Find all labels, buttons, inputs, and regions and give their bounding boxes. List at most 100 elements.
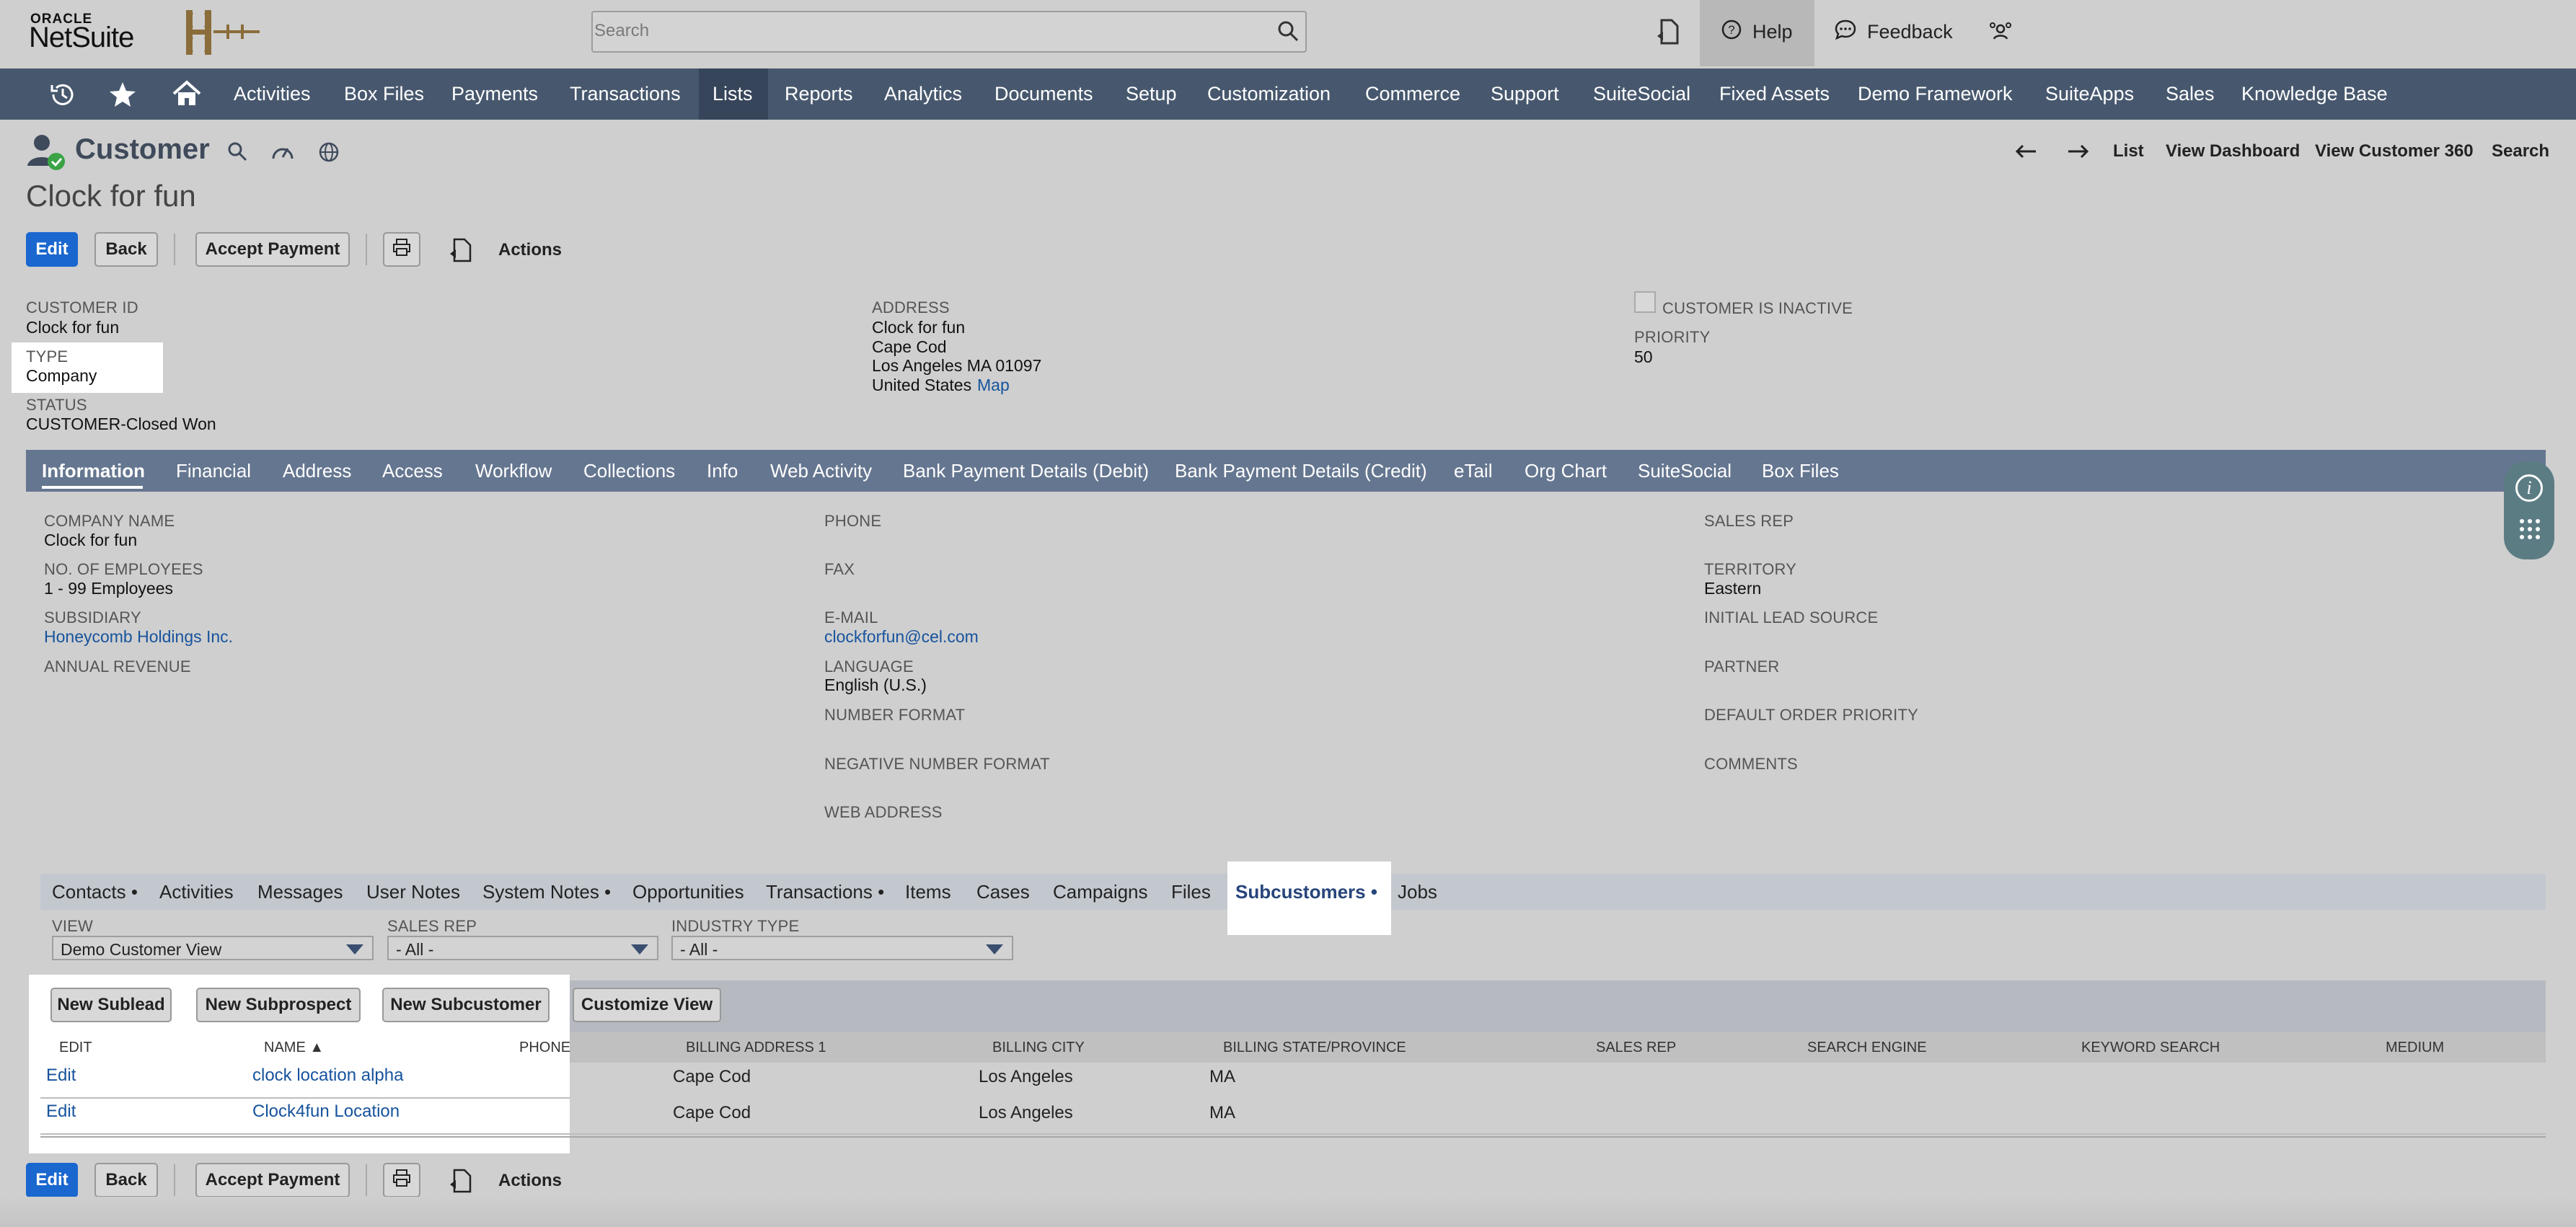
sublist-tab-system-notes[interactable]: System Notes •	[482, 874, 611, 910]
view-customer-360-link[interactable]: View Customer 360	[2315, 141, 2474, 161]
actions-menu[interactable]: Actions	[498, 240, 562, 260]
accept-payment-button[interactable]: Accept Payment	[195, 232, 350, 267]
nav-customization[interactable]: Customization	[1207, 68, 1331, 120]
sales-rep-select[interactable]: - All -	[387, 936, 658, 960]
accept-payment-button-bottom[interactable]: Accept Payment	[195, 1163, 350, 1197]
sublist-tab-subcustomers[interactable]: Subcustomers •	[1235, 874, 1377, 910]
global-search-input[interactable]	[591, 11, 1307, 53]
sublist-tab-cases[interactable]: Cases	[976, 874, 1030, 910]
new-sublead-button[interactable]: New Sublead	[50, 988, 172, 1022]
actions-menu-bottom[interactable]: Actions	[498, 1171, 562, 1191]
nav-box-files[interactable]: Box Files	[344, 68, 424, 120]
column-header-keyword-search[interactable]: KEYWORD SEARCH	[2081, 1040, 2220, 1056]
tab-box-files[interactable]: Box Files	[1762, 450, 1839, 492]
list-link[interactable]: List	[2113, 141, 2144, 161]
subsidiary-link[interactable]: Honeycomb Holdings Inc.	[44, 627, 233, 647]
nav-analytics[interactable]: Analytics	[884, 68, 962, 120]
record-search-icon[interactable]	[226, 141, 248, 162]
sublist-tab-opportunities[interactable]: Opportunities	[632, 874, 744, 910]
edit-button-bottom[interactable]: Edit	[26, 1163, 78, 1197]
sublist-tab-jobs[interactable]: Jobs	[1398, 874, 1437, 910]
row-edit-link[interactable]: Edit	[46, 1102, 76, 1122]
nav-activities[interactable]: Activities	[234, 68, 311, 120]
column-header-sales-rep[interactable]: SALES REP	[1596, 1040, 1676, 1056]
column-header-name[interactable]: NAME ▲	[264, 1040, 324, 1056]
nav-demo-framework[interactable]: Demo Framework	[1858, 68, 2013, 120]
reload-document-icon[interactable]	[449, 236, 473, 264]
sublist-tab-user-notes[interactable]: User Notes	[366, 874, 460, 910]
column-header-medium[interactable]: MEDIUM	[2386, 1040, 2444, 1056]
edit-button[interactable]: Edit	[26, 232, 78, 267]
column-header-billing-state[interactable]: BILLING STATE/PROVINCE	[1223, 1040, 1406, 1056]
industry-select[interactable]: - All -	[671, 936, 1013, 960]
tab-bank-payment-debit[interactable]: Bank Payment Details (Debit)	[903, 450, 1149, 492]
company-logo[interactable]	[176, 6, 263, 59]
globe-icon[interactable]	[317, 141, 340, 164]
new-subprospect-button[interactable]: New Subprospect	[196, 988, 361, 1022]
column-header-billing-city[interactable]: BILLING CITY	[992, 1040, 1085, 1056]
tab-suitesocial[interactable]: SuiteSocial	[1638, 450, 1732, 492]
nav-lists[interactable]: Lists	[713, 68, 753, 120]
next-record-arrow-icon[interactable]	[2067, 143, 2090, 160]
tab-bank-payment-credit[interactable]: Bank Payment Details (Credit)	[1175, 450, 1427, 492]
nav-sales[interactable]: Sales	[2166, 68, 2215, 120]
nav-suiteapps[interactable]: SuiteApps	[2045, 68, 2134, 120]
feedback-link[interactable]: Feedback	[1834, 19, 1953, 45]
tab-address[interactable]: Address	[283, 450, 351, 492]
sublist-tab-messages[interactable]: Messages	[257, 874, 343, 910]
tab-financial[interactable]: Financial	[176, 450, 251, 492]
nav-knowledge-base[interactable]: Knowledge Base	[2241, 68, 2388, 120]
tab-org-chart[interactable]: Org Chart	[1525, 450, 1607, 492]
side-widget-panel[interactable]: i	[2504, 461, 2554, 559]
print-button-bottom[interactable]	[383, 1163, 420, 1197]
sublist-tab-items[interactable]: Items	[905, 874, 951, 910]
keypad-icon[interactable]	[2518, 518, 2541, 550]
nav-suitesocial[interactable]: SuiteSocial	[1593, 68, 1690, 120]
view-dashboard-link[interactable]: View Dashboard	[2166, 141, 2300, 161]
new-subcustomer-button[interactable]: New Subcustomer	[382, 988, 550, 1022]
nav-support[interactable]: Support	[1491, 68, 1559, 120]
sublist-tab-transactions[interactable]: Transactions •	[766, 874, 884, 910]
nav-transactions[interactable]: Transactions	[570, 68, 681, 120]
back-button[interactable]: Back	[94, 232, 158, 267]
reload-document-icon[interactable]	[449, 1167, 473, 1195]
tab-access[interactable]: Access	[382, 450, 443, 492]
customer-inactive-checkbox[interactable]	[1634, 291, 1656, 313]
nav-fixed-assets[interactable]: Fixed Assets	[1719, 68, 1830, 120]
back-button-bottom[interactable]: Back	[94, 1163, 158, 1197]
view-select[interactable]: Demo Customer View	[52, 936, 374, 960]
sublist-tab-activities[interactable]: Activities	[159, 874, 234, 910]
search-icon[interactable]	[1276, 19, 1300, 43]
favorites-star-icon[interactable]	[108, 81, 137, 108]
column-header-phone[interactable]: PHONE	[519, 1040, 570, 1056]
sublist-tab-campaigns[interactable]: Campaigns	[1053, 874, 1148, 910]
column-header-billing-address[interactable]: BILLING ADDRESS 1	[686, 1040, 826, 1056]
email-link[interactable]: clockforfun@cel.com	[824, 627, 979, 647]
recent-records-icon[interactable]	[1656, 17, 1680, 46]
column-header-search-engine[interactable]: SEARCH ENGINE	[1807, 1040, 1927, 1056]
nav-payments[interactable]: Payments	[451, 68, 538, 120]
nav-documents[interactable]: Documents	[994, 68, 1093, 120]
tab-collections[interactable]: Collections	[583, 450, 675, 492]
nav-setup[interactable]: Setup	[1126, 68, 1177, 120]
home-icon[interactable]	[172, 79, 202, 108]
info-icon[interactable]: i	[2515, 474, 2543, 502]
tab-etail[interactable]: eTail	[1454, 450, 1492, 492]
previous-record-arrow-icon[interactable]	[2014, 143, 2037, 160]
customize-view-button[interactable]: Customize View	[573, 988, 721, 1022]
map-link[interactable]: Map	[977, 376, 1010, 395]
tab-web-activity[interactable]: Web Activity	[770, 450, 872, 492]
dashboard-gauge-icon[interactable]	[270, 141, 295, 161]
nav-commerce[interactable]: Commerce	[1365, 68, 1460, 120]
sublist-tab-contacts[interactable]: Contacts •	[52, 874, 138, 910]
print-button[interactable]	[383, 232, 420, 267]
row-edit-link[interactable]: Edit	[46, 1066, 76, 1086]
nav-reports[interactable]: Reports	[785, 68, 853, 120]
row-name-link[interactable]: Clock4fun Location	[252, 1102, 400, 1122]
tab-info[interactable]: Info	[707, 450, 738, 492]
tab-workflow[interactable]: Workflow	[475, 450, 552, 492]
netsuite-logo[interactable]: NetSuite	[29, 22, 134, 54]
sublist-tab-files[interactable]: Files	[1171, 874, 1211, 910]
recent-icon[interactable]	[49, 81, 76, 108]
role-switch-icon[interactable]	[1988, 19, 2013, 45]
